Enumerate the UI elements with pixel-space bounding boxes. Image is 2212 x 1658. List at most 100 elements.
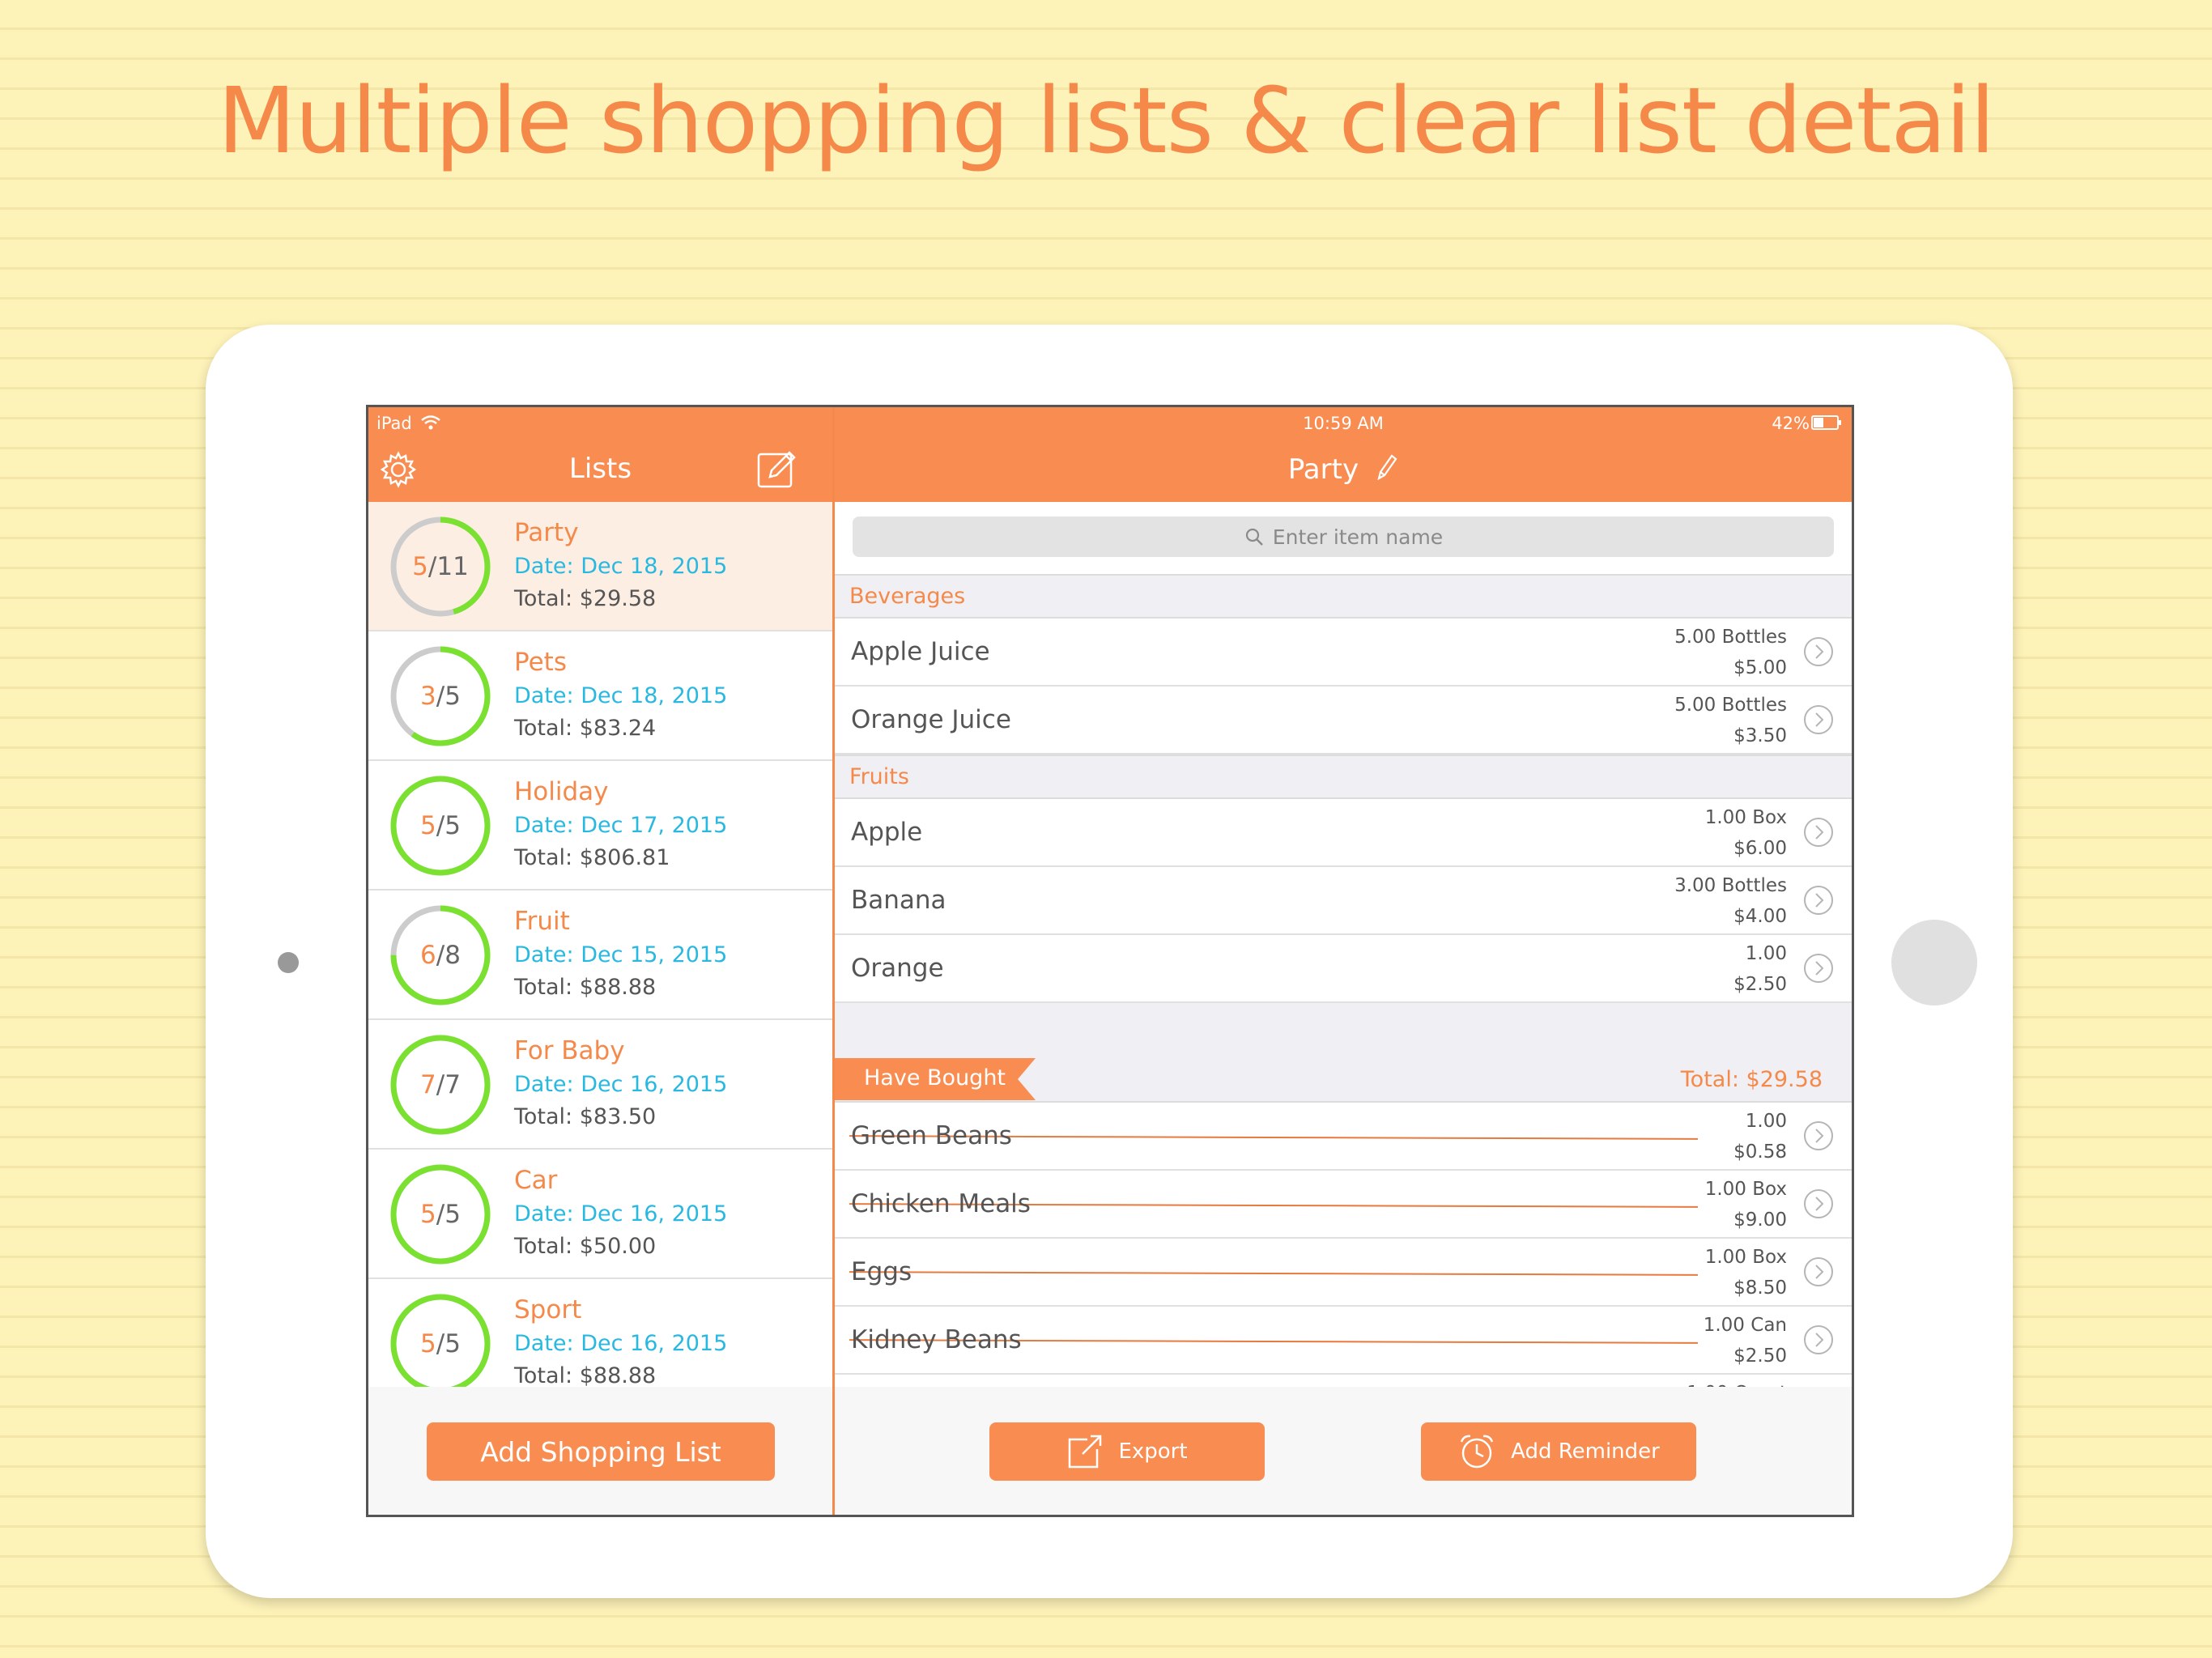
item-name: Orange Juice — [851, 705, 1011, 734]
add-reminder-button[interactable]: Add Reminder — [1421, 1422, 1696, 1481]
bought-item-row[interactable]: Green Beans 1.00 $0.58 — [835, 1103, 1852, 1171]
list-total: Total: $806.81 — [514, 845, 670, 870]
list-name: Party — [514, 518, 579, 547]
item-price: $2.50 — [1733, 1346, 1787, 1367]
list-total: Total: $83.24 — [514, 716, 657, 741]
list-item-for-baby[interactable]: 7/7 For Baby Date: Dec 16, 2015 Total: $83.… — [368, 1020, 832, 1150]
bought-item-row[interactable]: Eggs 1.00 Box $8.50 — [835, 1239, 1852, 1307]
lists-nav-bar: iPad Lists — [368, 407, 832, 502]
item-row[interactable]: Orange 1.00 $2.50 — [835, 935, 1852, 1003]
item-price: $6.00 — [1733, 838, 1787, 859]
item-name: Eggs — [851, 1257, 912, 1286]
detail-pane: 10:59 AM 42% Party Enter item name Bever… — [835, 407, 1852, 1515]
item-row[interactable]: Banana 3.00 Bottles $4.00 — [835, 867, 1852, 935]
item-quantity: 5.00 Bottles — [1674, 627, 1787, 648]
bought-item-row[interactable]: Beef1.00 Quart — [835, 1375, 1852, 1387]
count-separator: / — [428, 552, 437, 581]
bought-item-row[interactable]: Chicken Meals 1.00 Box $9.00 — [835, 1171, 1852, 1239]
item-name: Apple — [851, 818, 923, 847]
pane-divider — [832, 407, 835, 1515]
list-item-car[interactable]: 5/5 Car Date: Dec 16, 2015 Total: $50.00 — [368, 1150, 832, 1279]
detail-title-wrap: Party — [835, 453, 1852, 486]
search-icon — [1245, 528, 1263, 546]
section-title: Beverages — [849, 584, 966, 609]
alarm-clock-icon — [1460, 1435, 1494, 1469]
home-button[interactable] — [1891, 920, 1977, 1005]
done-count: 6 — [420, 941, 436, 970]
progress-count: 7/7 — [388, 1032, 493, 1137]
done-count: 3 — [420, 682, 436, 711]
list-name: Sport — [514, 1295, 582, 1324]
section-header: Beverages — [835, 574, 1852, 619]
progress-count: 5/5 — [388, 1291, 493, 1387]
count-separator: / — [436, 682, 445, 711]
section-title: Fruits — [849, 764, 909, 789]
list-total: Total: $50.00 — [514, 1234, 657, 1259]
wifi-icon — [421, 415, 440, 430]
progress-count: 5/5 — [388, 1162, 493, 1267]
section-header: Fruits — [835, 755, 1852, 799]
list-item-holiday[interactable]: 5/5 Holiday Date: Dec 17, 2015 Total: $806.… — [368, 761, 832, 891]
item-name: Chicken Meals — [851, 1189, 1031, 1218]
item-price: $0.58 — [1733, 1141, 1787, 1163]
export-label: Export — [1118, 1439, 1188, 1464]
add-shopping-list-button[interactable]: Add Shopping List — [427, 1422, 775, 1481]
lists-footer: Add Shopping List — [368, 1387, 832, 1515]
chevron-right-icon[interactable] — [1803, 1188, 1834, 1219]
item-name: Apple Juice — [851, 637, 990, 666]
list-total: Total: $88.88 — [514, 975, 657, 1000]
chevron-right-icon[interactable] — [1803, 885, 1834, 916]
item-quantity: 1.00 Can — [1703, 1315, 1787, 1336]
item-quantity: 1.00 — [1745, 943, 1787, 964]
chevron-right-icon[interactable] — [1803, 817, 1834, 848]
list-date: Date: Dec 16, 2015 — [514, 1331, 728, 1356]
item-price: $5.00 — [1733, 657, 1787, 678]
export-icon — [1069, 1435, 1102, 1469]
item-price: $4.00 — [1733, 906, 1787, 927]
total-count: 5 — [445, 682, 461, 711]
item-quantity: 1.00 Box — [1704, 807, 1787, 828]
item-row[interactable]: Apple 1.00 Box $6.00 — [835, 799, 1852, 867]
item-name: Kidney Beans — [851, 1325, 1022, 1354]
total-count: 8 — [445, 941, 461, 970]
item-list: Beverages Apple Juice 5.00 Bottles $5.00 Ora… — [835, 574, 1852, 1387]
list-date: Date: Dec 17, 2015 — [514, 813, 728, 838]
device-label: iPad — [376, 414, 412, 433]
list-item-pets[interactable]: 3/5 Pets Date: Dec 18, 2015 Total: $83.24 — [368, 631, 832, 761]
item-quantity: 1.00 — [1745, 1111, 1787, 1132]
item-quantity: 1.00 Box — [1704, 1179, 1787, 1200]
item-quantity: 1.00 Box — [1704, 1247, 1787, 1268]
app-screen: iPad Lists 5/11 Party Date: Dec 18, 2015… — [366, 405, 1854, 1517]
chevron-right-icon[interactable] — [1803, 1256, 1834, 1287]
done-count: 5 — [420, 1329, 436, 1358]
item-name: Orange — [851, 954, 944, 983]
lists-pane: iPad Lists 5/11 Party Date: Dec 18, 2015… — [368, 407, 832, 1515]
total-count: 7 — [445, 1070, 461, 1099]
item-row[interactable]: Orange Juice 5.00 Bottles $3.50 — [835, 687, 1852, 755]
compose-icon[interactable] — [755, 449, 798, 491]
item-row[interactable]: Apple Juice 5.00 Bottles $5.00 — [835, 619, 1852, 687]
pencil-icon[interactable] — [1374, 453, 1398, 482]
have-bought-label: Have Bought — [864, 1065, 1006, 1090]
list-item-party[interactable]: 5/11 Party Date: Dec 18, 2015 Total: $29.58 — [368, 502, 832, 631]
reminder-label: Add Reminder — [1511, 1439, 1660, 1464]
bought-item-row[interactable]: Kidney Beans 1.00 Can $2.50 — [835, 1307, 1852, 1375]
detail-title: Party — [1287, 453, 1359, 486]
progress-count: 6/8 — [388, 903, 493, 1008]
headline: Multiple shopping lists & clear list det… — [217, 69, 1995, 174]
export-button[interactable]: Export — [989, 1422, 1265, 1481]
list-item-fruit[interactable]: 6/8 Fruit Date: Dec 15, 2015 Total: $88.88 — [368, 891, 832, 1020]
chevron-right-icon[interactable] — [1803, 1120, 1834, 1151]
progress-count: 3/5 — [388, 644, 493, 749]
chevron-right-icon[interactable] — [1803, 1324, 1834, 1355]
chevron-right-icon[interactable] — [1803, 636, 1834, 667]
list-date: Date: Dec 18, 2015 — [514, 554, 728, 579]
item-name: Banana — [851, 886, 946, 915]
count-separator: / — [436, 1070, 445, 1099]
chevron-right-icon[interactable] — [1803, 953, 1834, 984]
list-item-sport[interactable]: 5/5 Sport Date: Dec 16, 2015 Total: $88.88 — [368, 1279, 832, 1387]
list-total: Total: $88.88 — [514, 1363, 657, 1387]
list-total: Total: $29.58 — [514, 586, 657, 611]
search-input[interactable]: Enter item name — [853, 517, 1834, 557]
chevron-right-icon[interactable] — [1803, 704, 1834, 735]
